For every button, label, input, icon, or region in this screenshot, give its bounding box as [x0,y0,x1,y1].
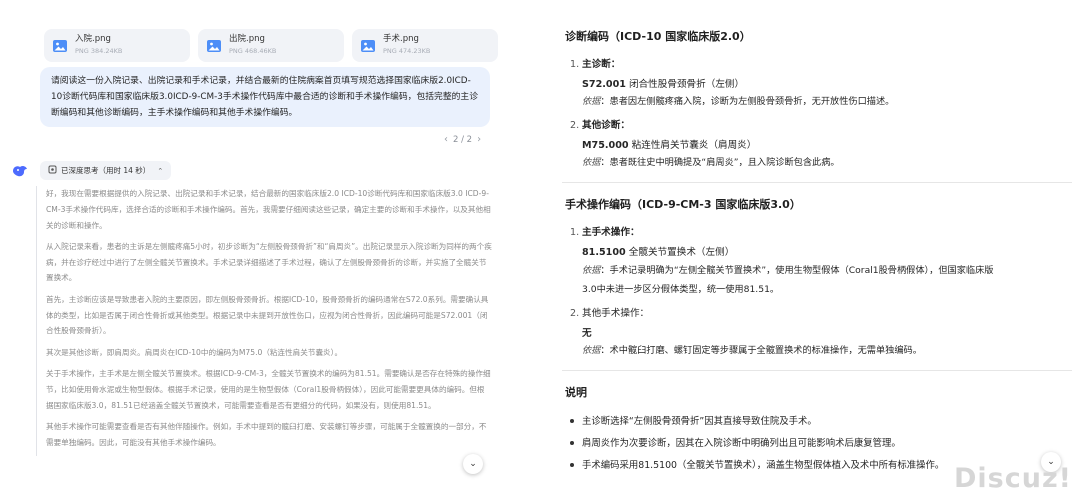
attachment-name: 入院.png [75,34,111,44]
thinking-paragraph: 好，我现在需要根据提供的入院记录、出院记录和手术记录，结合最新的国家临床版2.0… [46,189,491,230]
operation-main-basis: 依据：手术记录明确为“左侧全髋关节置换术”，使用生物型假体（Coral1股骨柄假… [582,261,1072,299]
operation-main-line: 81.5100 全髋关节置换术（左侧） [582,244,734,258]
attachment-list: 入院.png PNG 384.24KB 出院.png PNG 468.46KB … [44,29,498,62]
image-file-icon [207,39,221,52]
diagnosis-other-basis: 依据：患者既往史中明确提及“肩周炎”，且入院诊断包含此病。 [582,153,1072,172]
note-item: 主诊断选择“左侧股骨颈骨折”因其直接导致住院及手术。 [570,413,817,427]
basis-text: ：手术记录明确为“左侧全髋关节置换术”，使用生物型假体（Coral1股骨柄假体）… [600,265,994,276]
basis-label: 依据 [582,345,601,356]
diagnosis-main-basis: 依据：患者因左侧髋疼痛入院，诊断为左侧股骨颈骨折，无开放性伤口描述。 [582,92,1072,111]
operation-other-basis: 依据：术中髋臼打磨、螺钉固定等步骤属于全髋置换术的标准操作，无需单独编码。 [582,341,1072,360]
attachment-name: 出院.png [229,34,265,44]
operation-main-label: 主手术操作： [582,227,640,238]
note-item: 手术编码采用81.5100（全髋关节置换术），涵盖生物型假体植入及术中所有标准操… [570,457,944,471]
operation-main-desc: 全髋关节置换术（左侧） [628,247,735,258]
operation-other-line: 无 [582,325,592,339]
diagnosis-other-item: 2. 其他诊断： [570,120,630,131]
note-text: 手术编码采用81.5100（全髋关节置换术），涵盖生物型假体植入及术中所有标准操… [582,460,945,471]
basis-label: 依据 [582,265,601,276]
assistant-avatar-icon [11,162,29,180]
diagnosis-main-code: S72.001 [582,79,626,90]
attachment-card[interactable]: 入院.png PNG 384.24KB [44,29,190,62]
image-file-icon [361,39,375,52]
image-file-icon [53,39,67,52]
section-divider [562,370,1072,371]
note-text: 主诊断选择“左侧股骨颈骨折”因其直接导致住院及手术。 [582,416,817,427]
message-pager: ‹ 2 / 2 › [444,134,481,145]
attachment-card[interactable]: 手术.png PNG 474.23KB [352,29,498,62]
diagnosis-main-line: S72.001 闭合性股骨颈骨折（左侧） [582,76,744,90]
operation-other-item: 2. 其他手术操作： [570,308,650,319]
chevron-down-icon: ⌄ [469,459,477,469]
pager-label: 2 / 2 [453,134,473,145]
diagnosis-other-line: M75.000 粘连性肩关节囊炎（肩周炎） [582,137,756,151]
operation-other-label: 其他手术操作： [582,308,650,319]
attachment-name: 手术.png [383,34,419,44]
pager-prev-button[interactable]: ‹ [444,134,448,145]
note-text: 肩周炎作为次要诊断，因其在入院诊断中明确列出且可能影响术后康复管理。 [582,438,901,449]
operation-other-value: 无 [582,328,592,339]
basis-text: 3.0中未进一步区分假体类型，统一使用81.51。 [582,284,780,295]
thinking-paragraph: 首先，主诊断应该是导致患者入院的主要原因，即左侧股骨颈骨折。根据ICD-10，股… [46,294,489,336]
diagnosis-other-label: 其他诊断： [582,120,630,131]
operation-main-code: 81.5100 [582,247,626,258]
diagnosis-other-code: M75.000 [582,140,629,151]
operation-main-item: 1. 主手术操作： [570,227,640,238]
thinking-paragraph: 从入院记录来看，患者的主诉是左侧髋疼痛5小时，初步诊断为“左侧股骨颈骨折”和“肩… [46,241,492,283]
basis-label: 依据 [582,96,601,107]
note-item: 肩周炎作为次要诊断，因其在入院诊断中明确列出且可能影响术后康复管理。 [570,435,901,449]
user-message-bubble: 请阅读这一份入院记录、出院记录和手术记录，并结合最新的住院病案首页填写规范选择国… [40,67,490,127]
basis-text: ：患者因左侧髋疼痛入院，诊断为左侧股骨颈骨折，无开放性伤口描述。 [600,96,895,107]
diagnosis-main-desc: 闭合性股骨颈骨折（左侧） [629,79,745,90]
operation-section-title: 手术操作编码（ICD-9-CM-3 国家临床版3.0） [565,198,801,211]
answer-pane: 诊断编码（ICD-10 国家临床版2.0） 1. 主诊断： S72.001 闭合性… [548,0,1080,504]
attachment-card[interactable]: 出院.png PNG 468.46KB [198,29,344,62]
basis-text: ：术中髋臼打磨、螺钉固定等步骤属于全髋置换术的标准操作，无需单独编码。 [600,345,922,356]
thinking-label: 已深度思考（用时 14 秒） [61,166,151,175]
chevron-up-icon: ⌃ [157,166,164,175]
attachment-size: PNG 474.23KB [383,47,431,55]
attachment-size: PNG 468.46KB [229,47,277,55]
diagnosis-other-desc: 粘连性肩关节囊炎（肩周炎） [631,140,757,151]
diagnosis-main-item: 1. 主诊断： [570,59,621,70]
thinking-icon [48,165,57,176]
section-divider [562,182,1072,183]
pager-next-button[interactable]: › [477,134,481,145]
scroll-to-bottom-button[interactable]: ⌄ [463,454,483,474]
thinking-content: 好，我现在需要根据提供的入院记录、出院记录和手术记录，结合最新的国家临床版2.0… [36,186,492,456]
thinking-toggle[interactable]: 已深度思考（用时 14 秒） ⌃ [40,161,172,180]
thinking-paragraph: 其次是其他诊断，即肩周炎。肩周炎在ICD-10中的编码为M75.0（粘连性肩关节… [46,347,343,357]
watermark: Discuz! [954,463,1072,494]
notes-section-title: 说明 [565,386,587,399]
diagnosis-main-label: 主诊断： [582,59,621,70]
basis-text: ：患者既往史中明确提及“肩周炎”，且入院诊断包含此病。 [600,157,840,168]
thinking-paragraph: 其他手术操作可能需要查看是否有其他伴随操作。例如，手术中提到的髋臼打磨、安装螺钉… [46,421,487,447]
basis-label: 依据 [582,157,601,168]
attachment-size: PNG 384.24KB [75,47,123,55]
diagnosis-section-title: 诊断编码（ICD-10 国家临床版2.0） [565,30,751,43]
chat-pane: 入院.png PNG 384.24KB 出院.png PNG 468.46KB … [0,0,540,504]
thinking-paragraph: 关于手术操作，主手术是左侧全髋关节置换术。根据ICD-9-CM-3，全髋关节置换… [46,368,491,410]
